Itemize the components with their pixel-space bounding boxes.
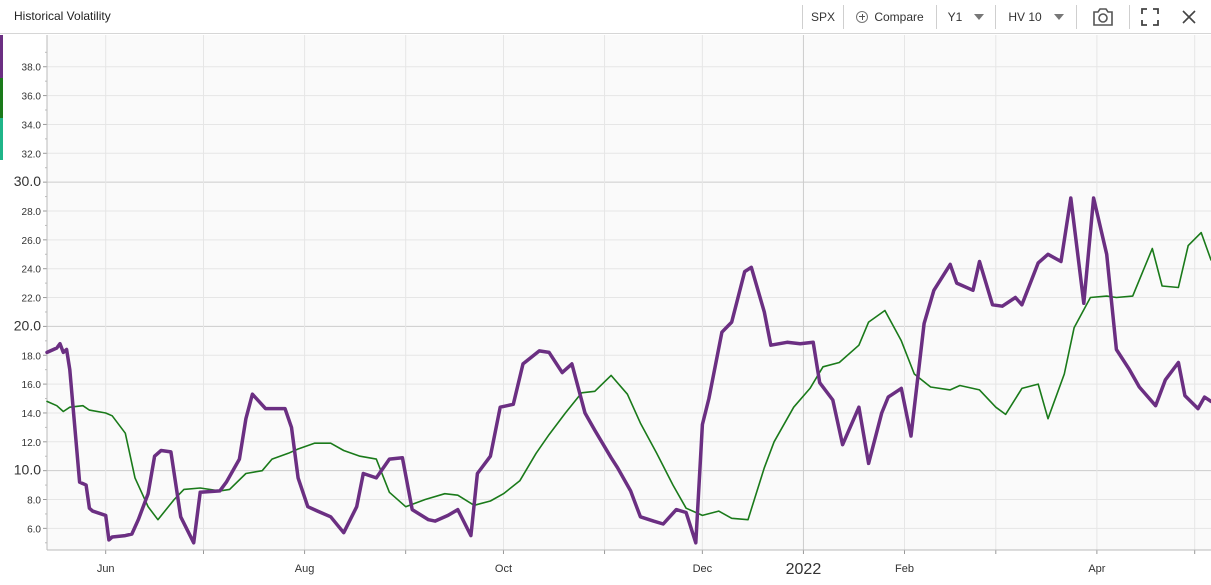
symbol-label: SPX <box>810 9 835 24</box>
close-icon <box>1182 9 1196 24</box>
x-tick-label: Jun <box>97 563 115 575</box>
x-tick-label: 2022 <box>786 561 822 578</box>
y-tick-label: 26.0 <box>22 236 42 247</box>
chevron-down-icon <box>1053 13 1064 20</box>
x-tick-label: Apr <box>1088 563 1105 575</box>
x-tick-label: Oct <box>495 563 512 575</box>
indicator-value: HV 10 <box>1008 9 1042 24</box>
range-value: Y1 <box>947 9 963 24</box>
volatility-chart: 6.0 8.0 10.0 12.0 14.0 16.0 18.0 20.0 22.0 24.0 26… <box>14 35 1211 578</box>
x-tick-label: Dec <box>693 563 713 575</box>
chart-title: Historical Volatility <box>14 9 111 23</box>
screenshot-button[interactable] <box>1077 0 1129 33</box>
y-tick-label: 8.0 <box>27 496 41 507</box>
fullscreen-icon <box>1141 7 1159 26</box>
camera-icon <box>1093 7 1113 26</box>
close-button[interactable] <box>1170 0 1208 33</box>
x-tick-label: Feb <box>895 563 914 575</box>
x-axis: Jun Aug Oct Dec 2022 Feb Apr <box>47 549 1211 578</box>
y-tick-label: 38.0 <box>22 63 42 74</box>
y-tick-label: 32.0 <box>22 149 42 160</box>
compare-button[interactable]: Compare <box>844 0 936 33</box>
y-tick-label: 14.0 <box>22 409 42 420</box>
symbol-button[interactable]: SPX <box>803 0 843 33</box>
fullscreen-button[interactable] <box>1130 0 1170 33</box>
y-tick-label: 24.0 <box>22 265 42 276</box>
y-tick-label: 34.0 <box>22 120 42 131</box>
y-axis: 6.0 8.0 10.0 12.0 14.0 16.0 18.0 20.0 22.0 24.0 26… <box>14 35 48 550</box>
y-tick-label: 12.0 <box>22 438 42 449</box>
plot-area <box>47 35 1211 550</box>
chart-toolbar: Historical Volatility SPX Compare Y1 HV … <box>0 0 1211 34</box>
y-tick-label: 22.0 <box>22 294 42 305</box>
y-tick-label: 16.0 <box>22 380 42 391</box>
plus-circle-icon <box>856 10 869 23</box>
indicator-select[interactable]: HV 10 <box>996 0 1076 33</box>
y-tick-label: 36.0 <box>22 92 42 103</box>
y-tick-label: 10.0 <box>14 462 41 478</box>
y-tick-label: 18.0 <box>22 351 42 362</box>
y-tick-label: 28.0 <box>22 207 42 218</box>
x-tick-label: Aug <box>295 563 315 575</box>
y-tick-label: 20.0 <box>14 317 41 333</box>
y-tick-label: 30.0 <box>14 173 41 189</box>
compare-label: Compare <box>874 9 924 24</box>
range-select[interactable]: Y1 <box>937 0 995 33</box>
y-tick-label: 6.0 <box>27 524 41 535</box>
chevron-down-icon <box>974 13 985 20</box>
